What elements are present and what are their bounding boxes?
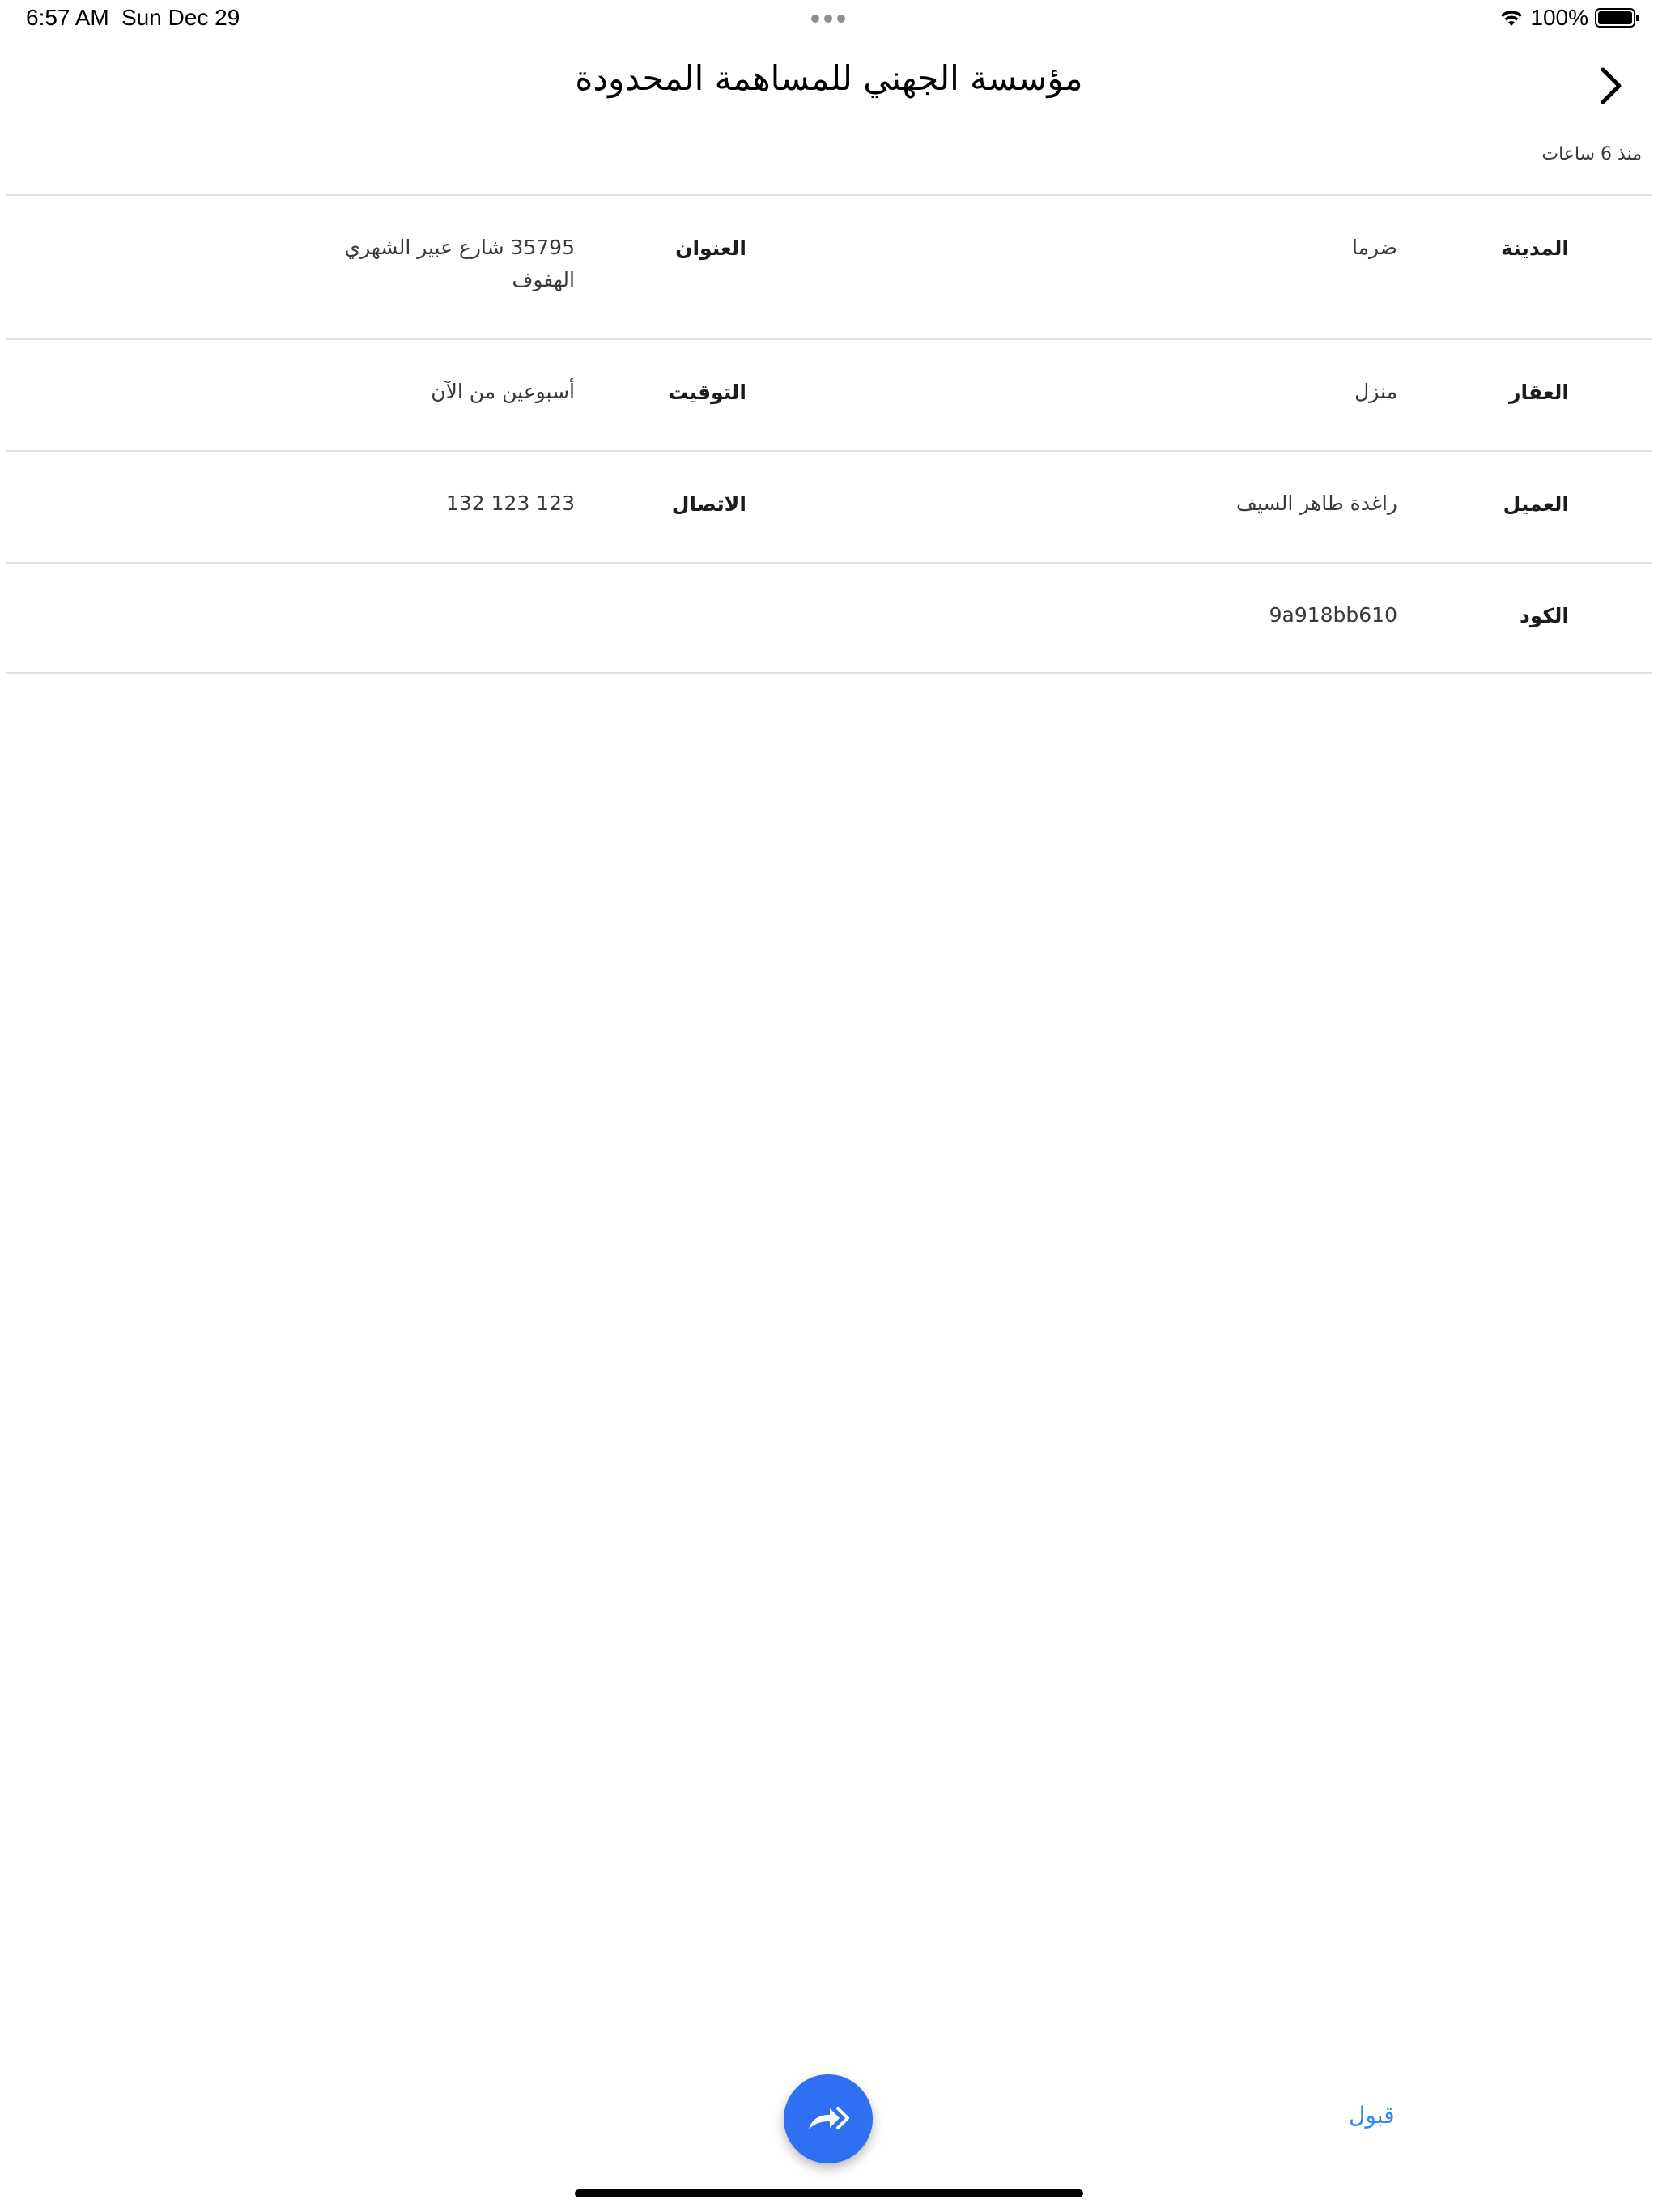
details-row: المدينة ضرما العنوان 35795 شارع عبير الش… (6, 194, 1652, 338)
timing-label: التوقيت (668, 381, 746, 404)
contact-label: الاتصال (671, 492, 746, 516)
chevron-right-icon (1601, 67, 1622, 104)
multitasking-dots-icon[interactable] (811, 15, 845, 23)
address-label: العنوان (675, 236, 746, 260)
accept-button[interactable]: قبول (1349, 2102, 1395, 2129)
code-value: 9a918bb610 (1269, 603, 1397, 627)
address-value: 35795 شارع عبير الشهري الهفوف (345, 232, 575, 296)
contact-value[interactable]: 132 123 123 (446, 487, 575, 520)
details-row: الكود 9a918bb610 (6, 562, 1652, 674)
client-label: العميل (1503, 492, 1569, 516)
home-indicator[interactable] (575, 2189, 1083, 2197)
status-indicators: 100% (1499, 5, 1639, 31)
time-ago: منذ 6 ساعات (1541, 144, 1642, 164)
details-row: العميل راغدة طاهر السيف الاتصال 132 123 … (6, 450, 1652, 562)
wifi-icon (1499, 8, 1524, 28)
address-line-1: 35795 شارع عبير الشهري (344, 236, 575, 259)
page-title: مؤسسة الجهني للمساهمة المحدودة (575, 58, 1083, 98)
details-table: المدينة ضرما العنوان 35795 شارع عبير الش… (6, 194, 1652, 674)
forward-button[interactable] (784, 2074, 873, 2163)
battery-icon (1595, 8, 1639, 28)
details-row: العقار منزل التوقيت أسبوعين من الآن (6, 338, 1652, 450)
property-label: العقار (1509, 381, 1569, 404)
status-date: Sun Dec 29 (121, 5, 240, 30)
property-value: منزل (1354, 380, 1397, 403)
client-value: راغدة طاهر السيف (1236, 491, 1397, 515)
battery-percentage: 100% (1530, 5, 1588, 30)
screen: 6:57 AM Sun Dec 29 100% مؤسسة الجهني للم… (0, 0, 1658, 2212)
status-time: 6:57 AM (26, 5, 109, 30)
timing-value: أسبوعين من الآن (431, 380, 575, 403)
city-value: ضرما (1351, 236, 1397, 259)
city-label: المدينة (1501, 236, 1569, 260)
address-line-2: الهفوف (512, 268, 575, 291)
back-button[interactable] (1593, 65, 1629, 107)
forward-arrows-icon (809, 2107, 849, 2129)
code-label: الكود (1520, 604, 1569, 627)
